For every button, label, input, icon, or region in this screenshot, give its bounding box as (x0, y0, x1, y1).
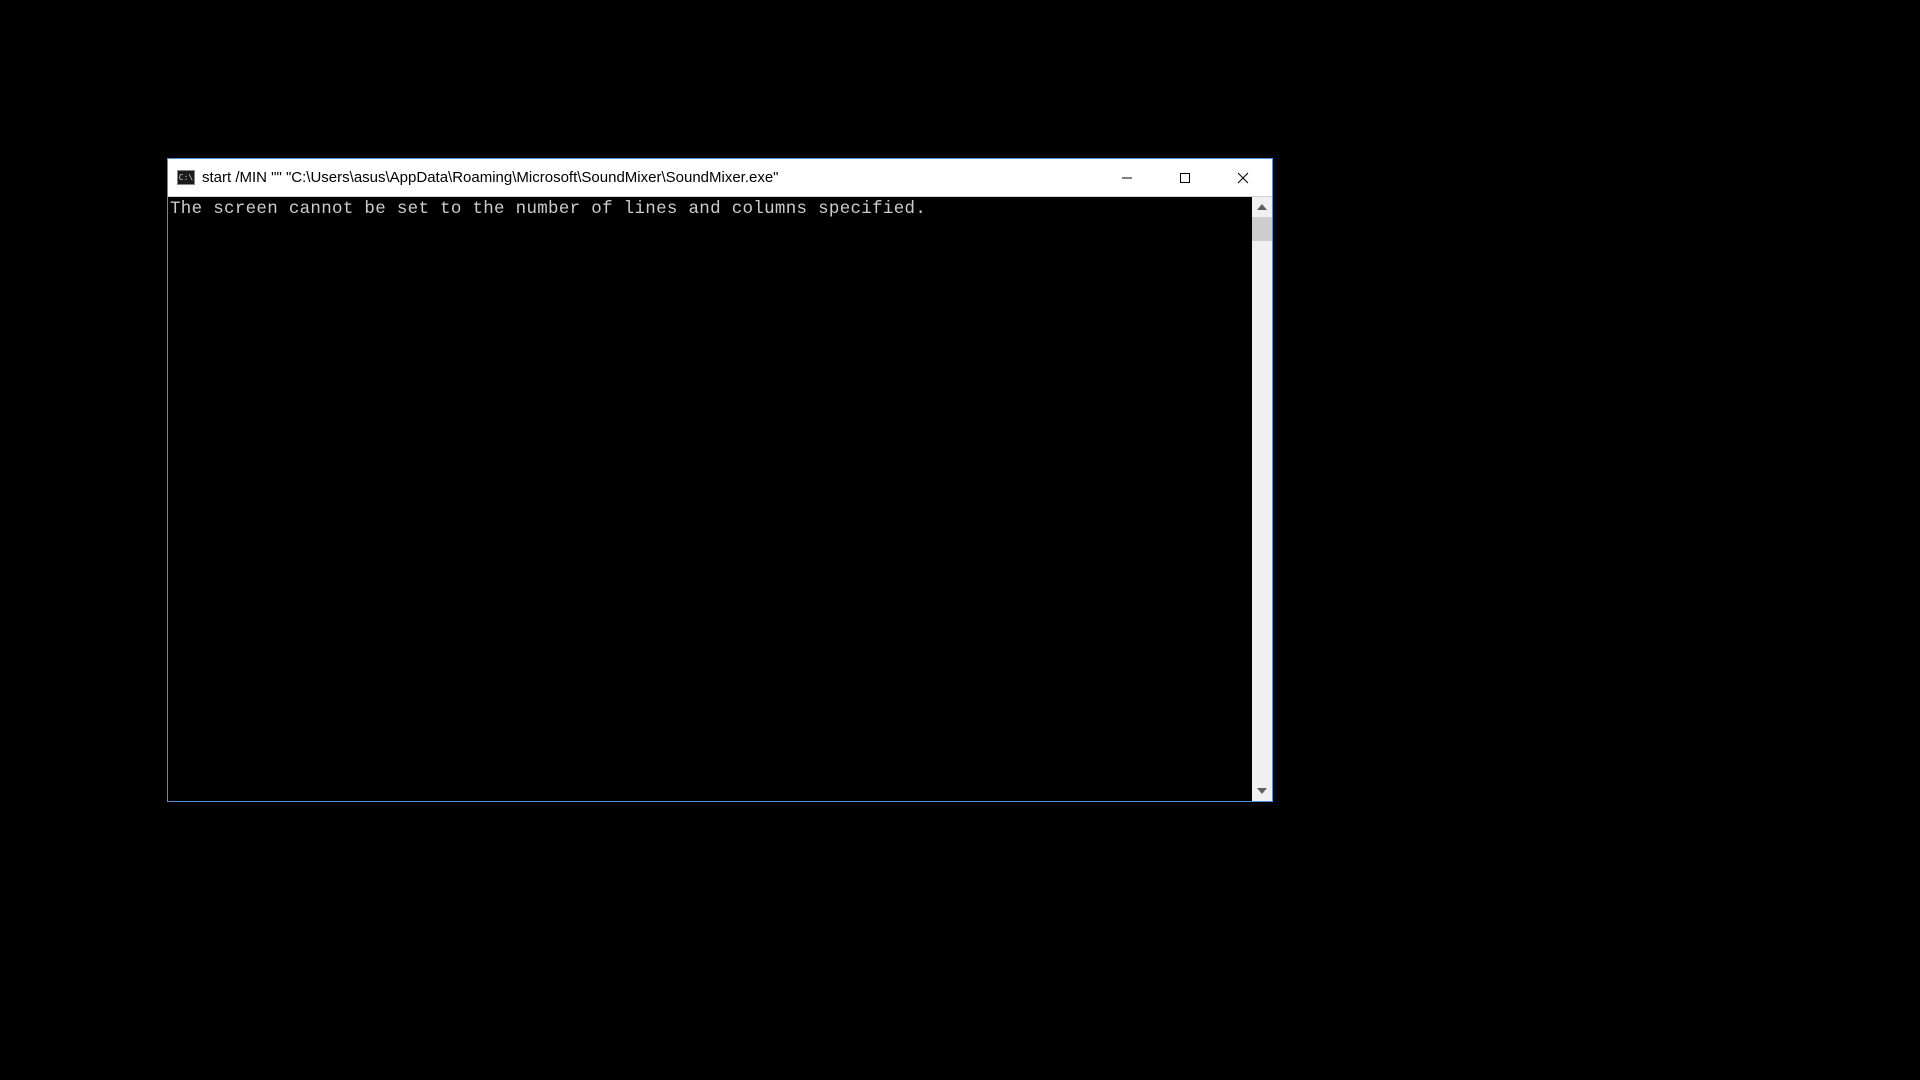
terminal-line: The screen cannot be set to the number o… (170, 199, 1250, 219)
minimize-button[interactable] (1098, 159, 1156, 196)
content-wrapper: The screen cannot be set to the number o… (168, 196, 1272, 801)
cmd-icon-label: C:\ (179, 173, 193, 182)
command-prompt-window: C:\ start /MIN "" "C:\Users\asus\AppData… (167, 158, 1273, 802)
scroll-track[interactable] (1252, 217, 1272, 781)
vertical-scrollbar[interactable] (1252, 197, 1272, 801)
scroll-thumb[interactable] (1252, 217, 1272, 241)
close-button[interactable] (1214, 159, 1272, 196)
scroll-down-arrow-icon[interactable] (1252, 781, 1272, 801)
maximize-button[interactable] (1156, 159, 1214, 196)
close-icon (1237, 172, 1249, 184)
terminal-output-area[interactable]: The screen cannot be set to the number o… (168, 197, 1252, 801)
window-title: start /MIN "" "C:\Users\asus\AppData\Roa… (202, 169, 1098, 186)
cmd-icon: C:\ (177, 170, 195, 185)
minimize-icon (1121, 172, 1133, 184)
titlebar[interactable]: C:\ start /MIN "" "C:\Users\asus\AppData… (168, 159, 1272, 196)
maximize-icon (1179, 172, 1191, 184)
window-controls (1098, 159, 1272, 196)
scroll-up-arrow-icon[interactable] (1252, 197, 1272, 217)
